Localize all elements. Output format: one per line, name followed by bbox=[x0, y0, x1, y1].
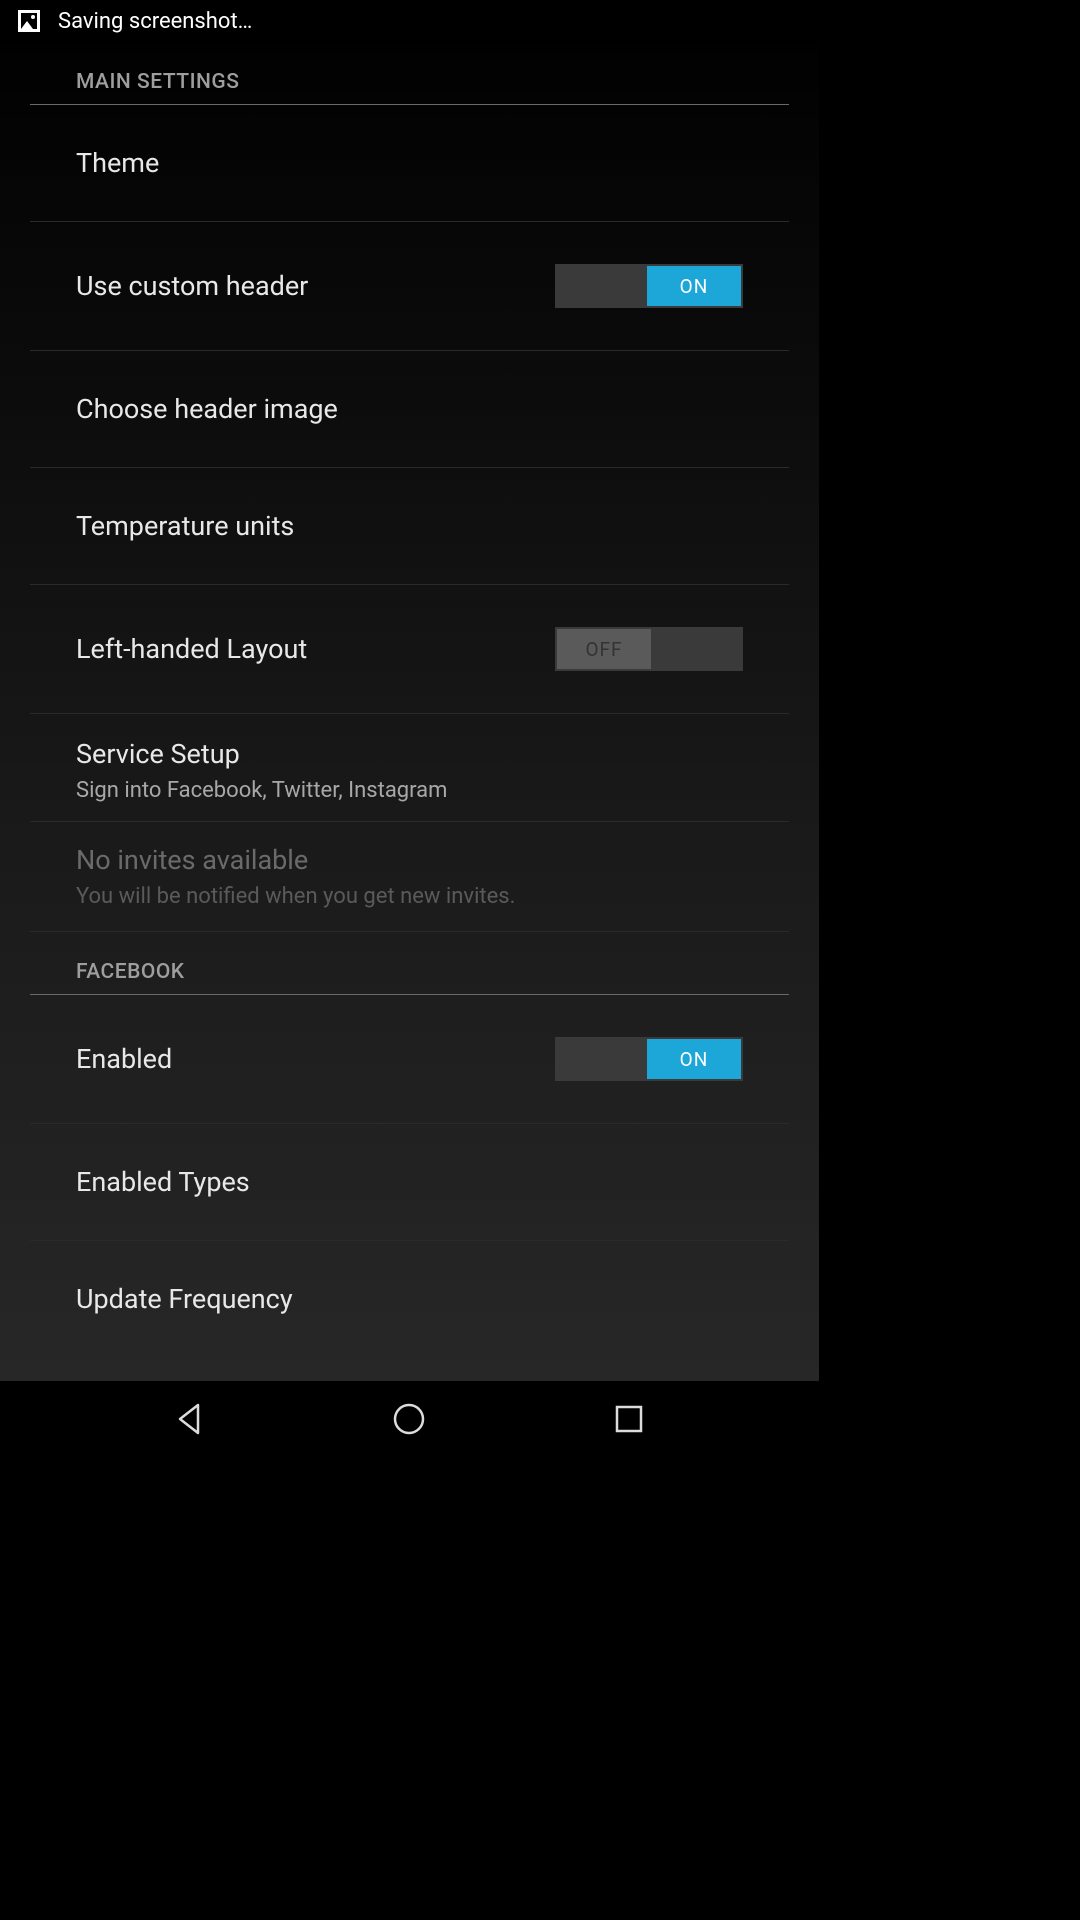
setting-custom-header[interactable]: Use custom header ON bbox=[30, 222, 789, 351]
back-icon bbox=[172, 1401, 208, 1437]
image-icon bbox=[18, 10, 40, 32]
setting-theme-title: Theme bbox=[76, 147, 743, 179]
setting-temperature-units-title: Temperature units bbox=[76, 510, 743, 542]
nav-recent-button[interactable] bbox=[599, 1389, 659, 1449]
setting-left-handed-title: Left-handed Layout bbox=[76, 633, 555, 665]
setting-header-image-title: Choose header image bbox=[76, 393, 743, 425]
setting-fb-update-frequency[interactable]: Update Frequency bbox=[30, 1241, 789, 1357]
setting-custom-header-title: Use custom header bbox=[76, 270, 555, 302]
nav-home-button[interactable] bbox=[379, 1389, 439, 1449]
setting-fb-enabled[interactable]: Enabled ON bbox=[30, 995, 789, 1124]
setting-fb-enabled-title: Enabled bbox=[76, 1043, 555, 1075]
setting-theme[interactable]: Theme bbox=[30, 105, 789, 222]
setting-header-image[interactable]: Choose header image bbox=[30, 351, 789, 468]
setting-temperature-units[interactable]: Temperature units bbox=[30, 468, 789, 585]
nav-back-button[interactable] bbox=[160, 1389, 220, 1449]
toggle-custom-header-label: ON bbox=[647, 266, 741, 306]
setting-service-setup-subtitle: Sign into Facebook, Twitter, Instagram bbox=[76, 778, 743, 803]
toggle-fb-enabled[interactable]: ON bbox=[555, 1037, 743, 1081]
setting-left-handed[interactable]: Left-handed Layout OFF bbox=[30, 585, 789, 714]
setting-invites: No invites available You will be notifie… bbox=[30, 822, 789, 932]
toggle-custom-header[interactable]: ON bbox=[555, 264, 743, 308]
section-header-facebook: FACEBOOK bbox=[30, 932, 789, 995]
toggle-fb-enabled-label: ON bbox=[647, 1039, 741, 1079]
setting-fb-enabled-types-title: Enabled Types bbox=[76, 1166, 743, 1198]
section-header-main: MAIN SETTINGS bbox=[30, 42, 789, 105]
setting-fb-enabled-types[interactable]: Enabled Types bbox=[30, 1124, 789, 1241]
setting-invites-title: No invites available bbox=[76, 844, 743, 876]
setting-fb-update-frequency-title: Update Frequency bbox=[76, 1283, 743, 1315]
settings-content: MAIN SETTINGS Theme Use custom header ON… bbox=[0, 42, 819, 1381]
recent-icon bbox=[611, 1401, 647, 1437]
setting-service-setup[interactable]: Service Setup Sign into Facebook, Twitte… bbox=[30, 714, 789, 822]
toggle-left-handed-label: OFF bbox=[557, 629, 651, 669]
setting-service-setup-title: Service Setup bbox=[76, 738, 743, 770]
home-icon bbox=[391, 1401, 427, 1437]
navigation-bar bbox=[0, 1381, 819, 1456]
toggle-left-handed[interactable]: OFF bbox=[555, 627, 743, 671]
status-bar-text: Saving screenshot… bbox=[58, 9, 252, 34]
status-bar: Saving screenshot… bbox=[0, 0, 819, 42]
setting-invites-subtitle: You will be notified when you get new in… bbox=[76, 884, 743, 909]
